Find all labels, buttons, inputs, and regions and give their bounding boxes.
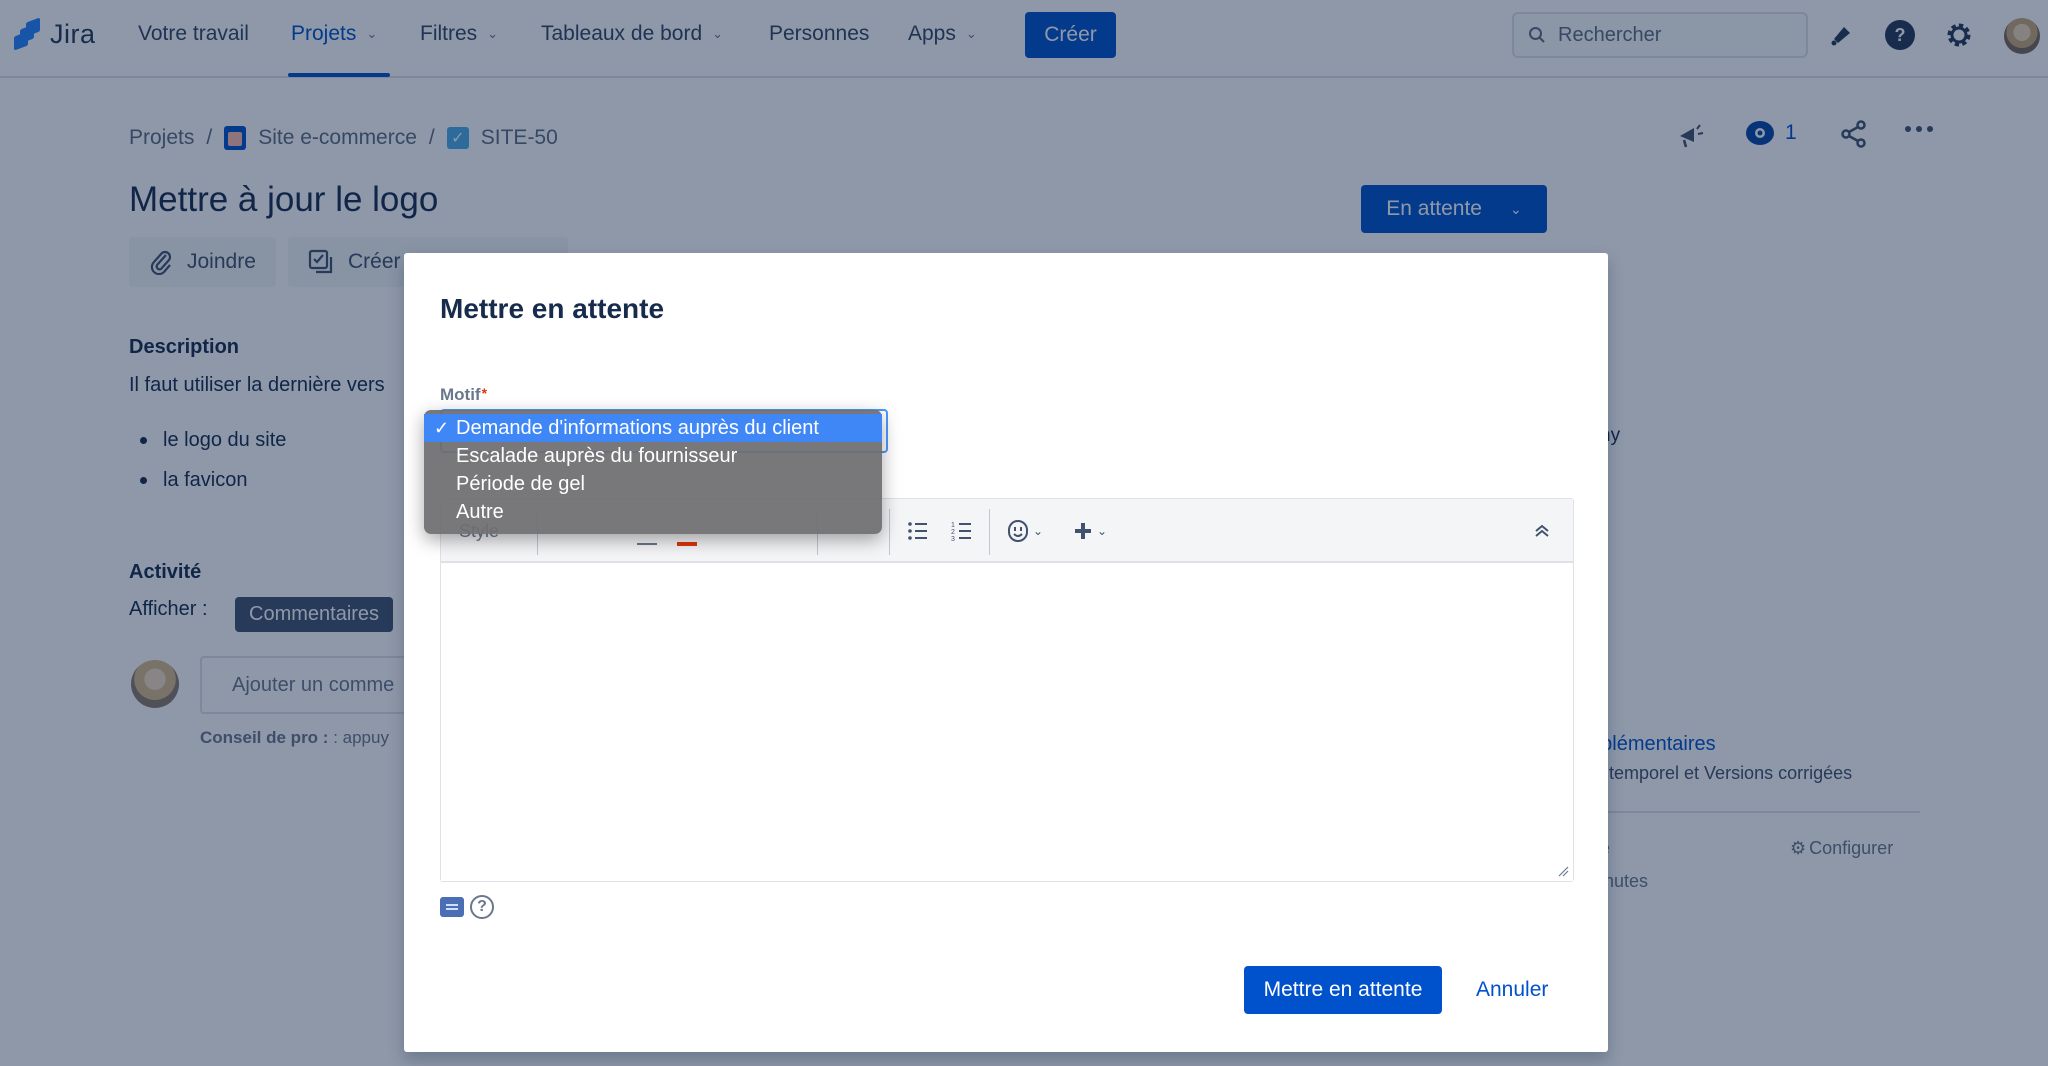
- numbered-list-icon: 1 2 3: [951, 522, 971, 542]
- emoji-button[interactable]: ⌄: [1007, 517, 1043, 545]
- comment-editor: Style 1 2 3: [440, 498, 1574, 882]
- required-marker: *: [481, 385, 488, 401]
- submit-hold-button[interactable]: Mettre en attente: [1244, 966, 1442, 1014]
- chevron-down-icon: ⌄: [1033, 524, 1044, 538]
- hold-dialog: Mettre en attente Motif* Style: [404, 253, 1608, 1052]
- text-mode-icon[interactable]: [440, 897, 464, 917]
- insert-button[interactable]: ⌄: [1073, 517, 1107, 545]
- chevron-down-icon: ⌄: [1097, 524, 1108, 538]
- reason-label-text: Motif: [440, 385, 481, 404]
- numbered-list-button[interactable]: 1 2 3: [951, 517, 973, 545]
- checkmark-icon: ✓: [434, 417, 450, 438]
- svg-text:1: 1: [951, 522, 955, 529]
- toolbar-separator: [989, 509, 990, 555]
- resize-handle-icon[interactable]: [1557, 865, 1569, 877]
- underline-icon: [637, 543, 657, 545]
- text-color-icon: [677, 542, 697, 546]
- comment-textarea[interactable]: [441, 563, 1573, 881]
- reason-option[interactable]: Escalade auprès du fournisseur: [424, 442, 882, 470]
- toolbar-separator: [889, 509, 890, 555]
- reason-option[interactable]: ✓ Demande d'informations auprès du clien…: [424, 414, 882, 442]
- editor-footer: ?: [440, 895, 494, 919]
- reason-label: Motif*: [440, 385, 487, 405]
- option-label: Autre: [456, 500, 504, 523]
- bullet-list-icon: [908, 522, 927, 540]
- collapse-toolbar-button[interactable]: [1533, 517, 1551, 545]
- help-icon[interactable]: ?: [470, 895, 494, 919]
- option-label: Escalade auprès du fournisseur: [456, 444, 738, 467]
- dialog-title: Mettre en attente: [440, 293, 665, 324]
- reason-option[interactable]: Autre: [424, 498, 882, 526]
- svg-text:2: 2: [951, 529, 955, 536]
- svg-text:3: 3: [951, 536, 955, 542]
- reason-options-list: ✓ Demande d'informations auprès du clien…: [424, 410, 882, 534]
- cancel-button[interactable]: Annuler: [1462, 966, 1562, 1014]
- option-label: Demande d'informations auprès du client: [456, 416, 819, 439]
- bullet-list-button[interactable]: [907, 517, 929, 545]
- collapse-toolbar-icon: [1535, 524, 1549, 537]
- reason-option[interactable]: Période de gel: [424, 470, 882, 498]
- option-label: Période de gel: [456, 472, 585, 495]
- insert-plus-icon: [1075, 523, 1091, 539]
- emoji-icon: [1008, 520, 1028, 542]
